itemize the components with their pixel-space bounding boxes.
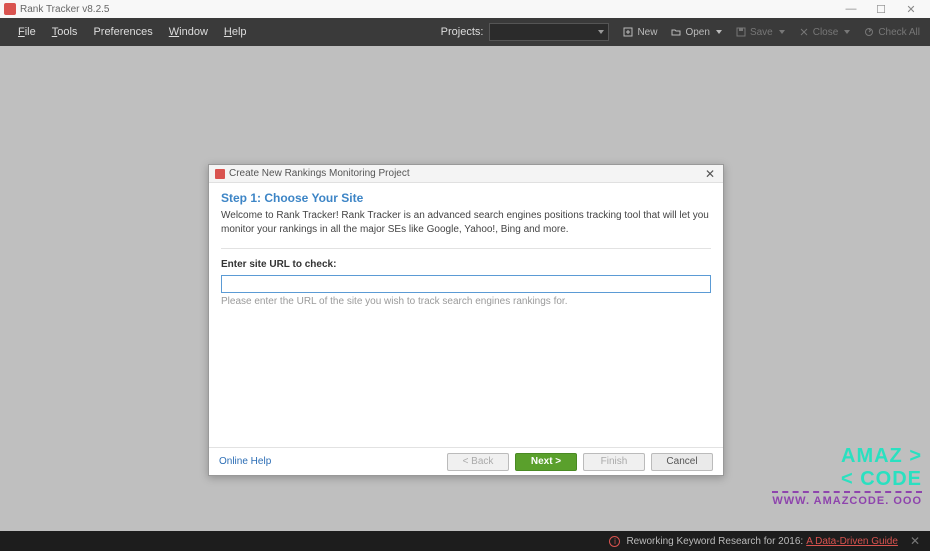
menu-preferences[interactable]: Preferences <box>85 26 160 38</box>
window-controls: — ☐ ✕ <box>836 0 926 18</box>
online-help-link[interactable]: Online Help <box>219 456 271 467</box>
workspace: Create New Rankings Monitoring Project ✕… <box>0 46 930 531</box>
open-button[interactable]: Open <box>671 27 721 38</box>
refresh-icon <box>864 27 874 37</box>
cancel-button[interactable]: Cancel <box>651 453 713 471</box>
dialog-title-bar: Create New Rankings Monitoring Project ✕ <box>209 165 723 183</box>
step-title: Step 1: Choose Your Site <box>221 191 711 205</box>
watermark-line2: < CODE <box>772 468 922 491</box>
status-bar: i Reworking Keyword Research for 2016: A… <box>0 531 930 551</box>
menu-window[interactable]: Window <box>161 26 216 38</box>
status-close-button[interactable]: ✕ <box>910 534 920 548</box>
watermark: AMAZ > < CODE WWW. AMAZCODE. OOO <box>772 445 922 507</box>
app-icon <box>215 169 225 179</box>
check-all-button[interactable]: Check All <box>864 27 920 38</box>
dialog-title-text: Create New Rankings Monitoring Project <box>229 168 703 179</box>
finish-button[interactable]: Finish <box>583 453 645 471</box>
info-icon: i <box>609 536 620 547</box>
watermark-line3: WWW. AMAZCODE. OOO <box>772 491 922 507</box>
open-label: Open <box>685 27 709 38</box>
dialog-body: Step 1: Choose Your Site Welcome to Rank… <box>209 183 723 307</box>
new-button[interactable]: New <box>623 27 657 38</box>
maximize-button[interactable]: ☐ <box>866 0 896 18</box>
dialog-close-button[interactable]: ✕ <box>703 167 717 181</box>
menu-tools[interactable]: Tools <box>44 26 86 38</box>
app-icon <box>4 3 16 15</box>
window-title: Rank Tracker v8.2.5 <box>20 4 836 15</box>
dialog-footer: Online Help < Back Next > Finish Cancel <box>209 447 723 475</box>
step-description: Welcome to Rank Tracker! Rank Tracker is… <box>221 209 711 236</box>
new-project-dialog: Create New Rankings Monitoring Project ✕… <box>208 164 724 476</box>
close-label: Close <box>813 27 839 38</box>
check-all-label: Check All <box>878 27 920 38</box>
status-message: Reworking Keyword Research for 2016: <box>626 536 803 547</box>
new-label: New <box>637 27 657 38</box>
next-button[interactable]: Next > <box>515 453 577 471</box>
close-project-button[interactable]: Close <box>799 27 851 38</box>
url-field-hint: Please enter the URL of the site you wis… <box>221 296 711 307</box>
close-window-button[interactable]: ✕ <box>896 0 926 18</box>
minimize-button[interactable]: — <box>836 0 866 18</box>
new-icon <box>623 27 633 37</box>
close-icon <box>799 27 809 37</box>
projects-label: Projects: <box>441 26 484 38</box>
open-icon <box>671 27 681 37</box>
menu-file[interactable]: File <box>10 26 44 38</box>
back-button[interactable]: < Back <box>447 453 509 471</box>
divider <box>221 248 711 249</box>
url-field-label: Enter site URL to check: <box>221 259 711 270</box>
save-button[interactable]: Save <box>736 27 785 38</box>
save-icon <box>736 27 746 37</box>
menu-bar: File Tools Preferences Window Help Proje… <box>0 18 930 46</box>
menu-help[interactable]: Help <box>216 26 255 38</box>
status-link[interactable]: A Data-Driven Guide <box>806 536 898 547</box>
title-bar: Rank Tracker v8.2.5 — ☐ ✕ <box>0 0 930 18</box>
watermark-line1: AMAZ > <box>772 445 922 468</box>
save-label: Save <box>750 27 773 38</box>
site-url-input[interactable] <box>221 275 711 293</box>
projects-dropdown[interactable] <box>489 23 609 41</box>
